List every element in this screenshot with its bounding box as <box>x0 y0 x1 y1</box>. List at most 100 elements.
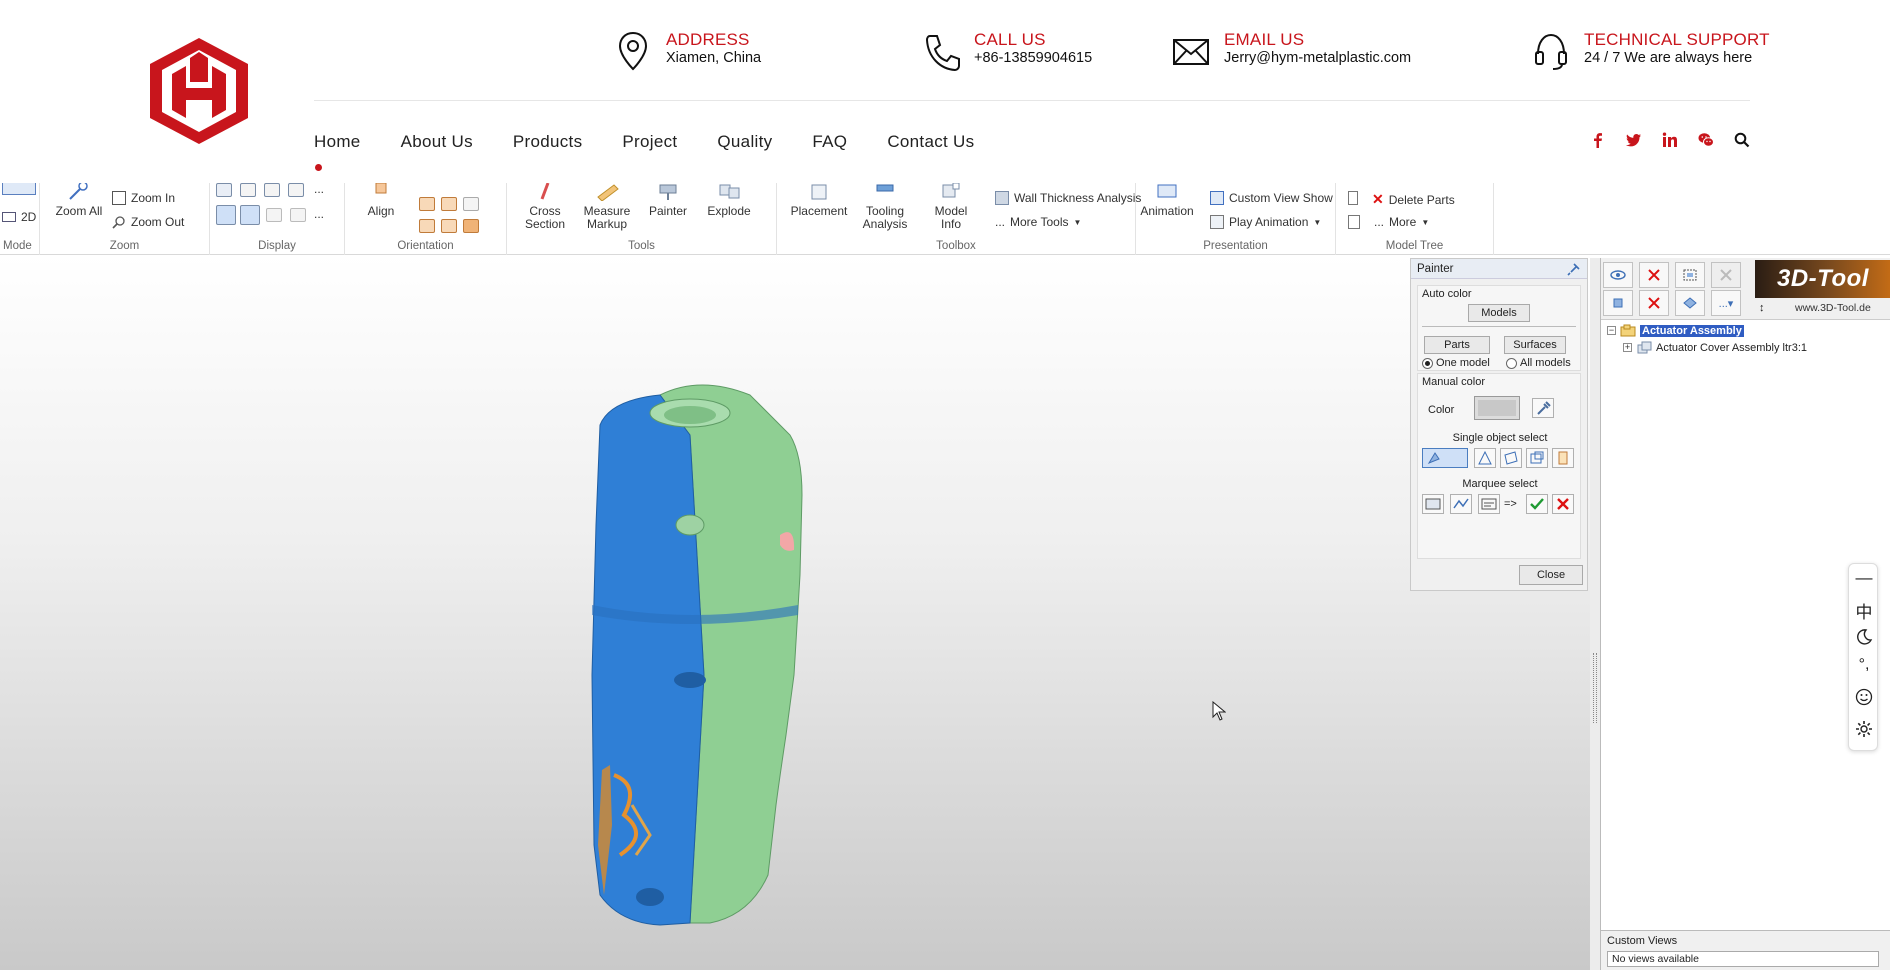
color-swatch[interactable] <box>1474 396 1520 420</box>
tree-invert-button[interactable] <box>1675 290 1705 316</box>
3d-tool-url[interactable]: www.3D-Tool.de <box>1795 302 1871 314</box>
align-button[interactable]: Align <box>361 181 401 218</box>
select-part-tool[interactable] <box>1474 448 1496 468</box>
orient-top-button[interactable] <box>419 219 435 233</box>
tree-more-options-button[interactable]: ...▾ <box>1711 290 1741 316</box>
one-model-radio[interactable]: One model <box>1422 357 1490 369</box>
call-value[interactable]: +86-13859904615 <box>974 50 1092 67</box>
model-info-button[interactable]: Model Info <box>923 181 979 231</box>
marquee-apply-button[interactable] <box>1526 494 1548 514</box>
orient-bottom-button[interactable] <box>441 219 457 233</box>
tree-show-all-button[interactable] <box>1603 290 1633 316</box>
tree-filter-button[interactable] <box>1348 215 1360 229</box>
models-button[interactable]: Models <box>1468 304 1530 322</box>
pin-icon[interactable] <box>1567 262 1581 276</box>
cross-section-button[interactable]: Cross Section <box>517 181 573 231</box>
tree-root-node[interactable]: − Actuator Assembly <box>1607 324 1744 337</box>
header-divider <box>314 100 1750 101</box>
tree-more-button[interactable]: ... More ▼ <box>1374 215 1429 229</box>
display-more-2[interactable]: ... <box>314 207 324 221</box>
tooling-analysis-button[interactable]: Tooling Analysis <box>857 181 913 231</box>
tree-child-node[interactable]: + Actuator Cover Assembly ltr3:1 <box>1623 341 1807 354</box>
nav-quality[interactable]: Quality <box>717 132 772 152</box>
custom-views-list[interactable]: No views available <box>1607 951 1879 967</box>
measure-markup-button[interactable]: Measure Markup <box>577 181 637 231</box>
ime-minimize-button[interactable]: — <box>1849 568 1879 588</box>
painter-button[interactable]: Painter <box>643 181 693 218</box>
display-tool-button[interactable] <box>290 208 306 222</box>
collapse-icon[interactable]: − <box>1607 326 1616 335</box>
custom-view-show-button[interactable]: Custom View Show <box>1210 191 1333 205</box>
3d-viewport[interactable] <box>0 255 1590 970</box>
painter-close-button[interactable]: Close <box>1519 565 1583 585</box>
twitter-icon[interactable] <box>1626 132 1642 148</box>
nav-faq[interactable]: FAQ <box>812 132 847 152</box>
email-value[interactable]: Jerry@hym-metalplastic.com <box>1224 50 1411 67</box>
zoom-in-button[interactable]: Zoom In <box>112 191 175 205</box>
orient-left-button[interactable] <box>463 197 479 211</box>
moon-icon[interactable] <box>1849 628 1879 651</box>
tree-list-button[interactable] <box>1348 191 1358 205</box>
parts-button[interactable]: Parts <box>1424 336 1490 354</box>
ime-punctuation-toggle[interactable]: °, <box>1849 656 1879 674</box>
more-tools-button[interactable]: ... More Tools ▼ <box>995 215 1081 229</box>
marquee-curve-tool[interactable] <box>1450 494 1472 514</box>
actuator-model[interactable] <box>580 375 820 935</box>
play-animation-button[interactable]: Play Animation ▼ <box>1210 215 1321 229</box>
select-layer-tool[interactable] <box>1552 448 1574 468</box>
tree-hide-button[interactable] <box>1639 262 1669 288</box>
orient-front-button[interactable] <box>419 197 435 211</box>
display-pencil-button[interactable] <box>266 208 282 222</box>
display-pmi-button[interactable] <box>240 205 260 225</box>
select-face-tool[interactable] <box>1500 448 1522 468</box>
select-model-tool[interactable] <box>1422 448 1468 468</box>
explode-button[interactable]: Explode <box>701 181 757 218</box>
display-more-1[interactable]: ... <box>314 182 324 196</box>
gear-icon[interactable] <box>1849 720 1879 743</box>
all-models-radio[interactable]: All models <box>1506 357 1571 369</box>
search-icon[interactable] <box>1734 132 1750 148</box>
select-body-tool[interactable] <box>1526 448 1548 468</box>
animation-button[interactable]: Animation <box>1138 181 1196 218</box>
ribbon-group-orientation: Align Orientation <box>345 181 507 255</box>
display-shaded-button[interactable] <box>216 183 232 197</box>
nav-home[interactable]: Home <box>314 132 361 171</box>
zoom-all-button[interactable]: Zoom All <box>52 181 106 218</box>
nav-project[interactable]: Project <box>622 132 677 152</box>
mode-2d-button[interactable]: 2D <box>2 210 36 224</box>
delete-parts-button[interactable]: ✕ Delete Parts <box>1372 191 1455 208</box>
wall-thickness-button[interactable]: Wall Thickness Analysis <box>995 191 1141 205</box>
orient-back-button[interactable] <box>441 197 457 211</box>
split-icon[interactable]: ↕ <box>1759 302 1765 314</box>
linkedin-icon[interactable] <box>1662 132 1678 148</box>
panel-splitter[interactable] <box>1590 258 1600 970</box>
display-wire-button[interactable] <box>240 183 256 197</box>
facebook-icon[interactable] <box>1590 132 1606 148</box>
smiley-icon[interactable] <box>1849 688 1879 711</box>
mode-3d-button[interactable] <box>2 181 36 195</box>
tree-isolate-button[interactable] <box>1675 262 1705 288</box>
wechat-icon[interactable] <box>1698 132 1714 148</box>
tree-show-button[interactable] <box>1603 262 1633 288</box>
nav-contact-us[interactable]: Contact Us <box>887 132 974 152</box>
nav-about-us[interactable]: About Us <box>401 132 473 152</box>
zoom-out-button[interactable]: Zoom Out <box>112 215 184 229</box>
tree-transparent-button[interactable] <box>1711 262 1741 288</box>
orient-iso-button[interactable] <box>463 219 479 233</box>
nav-products[interactable]: Products <box>513 132 583 152</box>
surfaces-button[interactable]: Surfaces <box>1504 336 1566 354</box>
marquee-model-tool[interactable] <box>1422 494 1444 514</box>
tree-hide-all-button[interactable] <box>1639 290 1669 316</box>
company-logo[interactable] <box>150 38 248 144</box>
marquee-cancel-button[interactable] <box>1552 494 1574 514</box>
ime-chinese-toggle[interactable]: 中 <box>1849 598 1879 623</box>
display-curve-button[interactable] <box>216 205 236 225</box>
eyedropper-button[interactable] <box>1532 398 1554 418</box>
ribbon-group-display: ... ... Display <box>210 182 345 255</box>
expand-icon[interactable]: + <box>1623 343 1632 352</box>
marquee-pmi-tool[interactable] <box>1478 494 1500 514</box>
orient-rot-button[interactable] <box>485 195 497 209</box>
display-hidden-button[interactable] <box>264 183 280 197</box>
display-edges-button[interactable] <box>288 183 304 197</box>
placement-button[interactable]: Placement <box>789 181 849 218</box>
